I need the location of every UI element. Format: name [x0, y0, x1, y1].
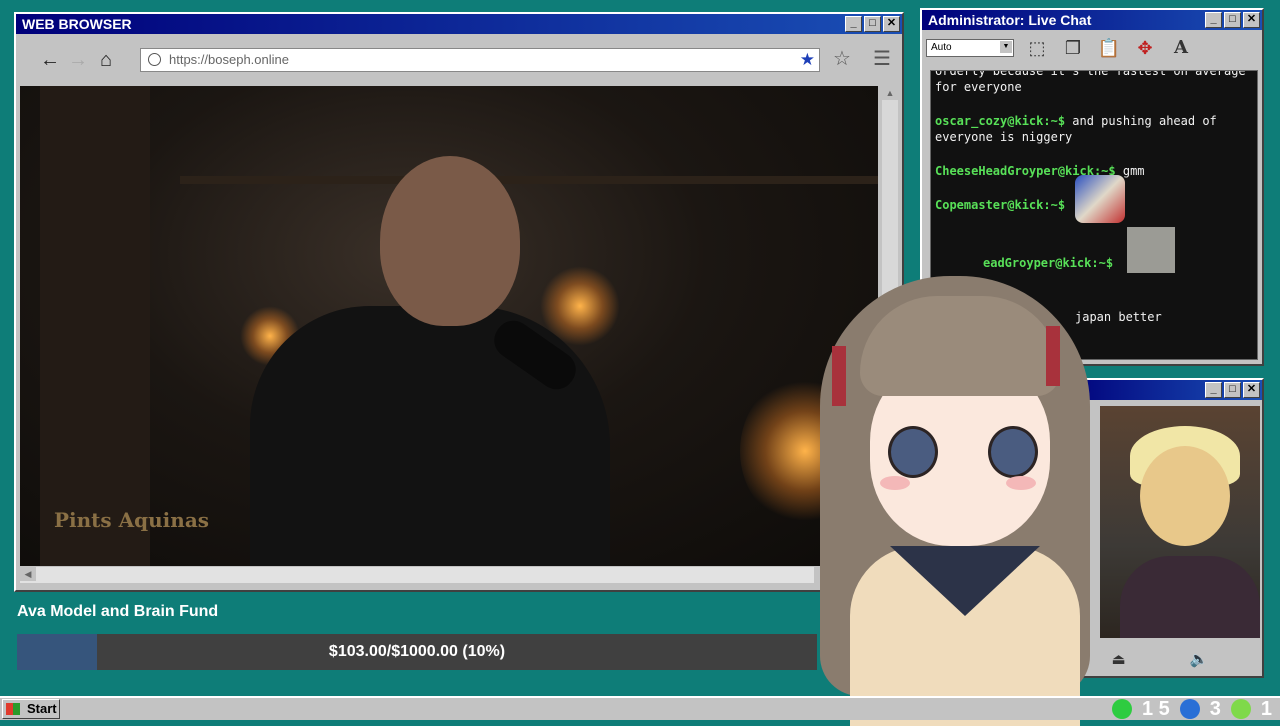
chat-username: oscar_cozy@kick:~$	[935, 114, 1066, 128]
kick-count: 1 5	[1141, 697, 1170, 720]
chevron-down-icon[interactable]: ▼	[1000, 41, 1012, 53]
media-close-button[interactable]: ✕	[1243, 382, 1260, 398]
chat-title: Administrator: Live Chat	[928, 12, 1092, 28]
home-icon[interactable]: ⌂	[92, 49, 120, 72]
chat-message: orderly because it's the fastest on aver…	[935, 70, 1253, 95]
rumble-count: 1	[1260, 697, 1272, 720]
person-head	[380, 156, 520, 326]
move-icon[interactable]: ✥	[1132, 35, 1158, 61]
favorites-star-icon[interactable]: ☆	[828, 46, 856, 71]
shelf-plank	[180, 176, 878, 184]
chat-text: orderly because it's the fastest on aver…	[935, 70, 1246, 94]
chat-maximize-button[interactable]: □	[1224, 12, 1241, 28]
address-url: https://boseph.online	[169, 52, 289, 67]
address-bar[interactable]: https://boseph.online ★	[140, 48, 820, 72]
start-button[interactable]: Start	[2, 699, 60, 719]
avatar-right-blush	[1006, 476, 1036, 490]
minimize-button[interactable]: _	[845, 16, 862, 32]
avatar-body	[1120, 556, 1260, 638]
font-icon[interactable]: A	[1168, 35, 1194, 61]
volume-icon[interactable]: 🔈	[1190, 650, 1209, 668]
viewer-count: 3	[1209, 697, 1221, 720]
viewer-icon[interactable]	[1179, 699, 1200, 719]
globe-icon	[148, 53, 161, 66]
font-size-value: Auto	[931, 42, 952, 53]
forward-arrow-icon[interactable]: →	[64, 49, 92, 72]
eject-icon[interactable]: ⏏	[1112, 650, 1126, 668]
chat-message: Copemaster@kick:~$	[935, 175, 1253, 237]
close-button[interactable]: ✕	[883, 16, 900, 32]
horizontal-scrollbar[interactable]: ◀	[20, 567, 814, 583]
media-minimize-button[interactable]: _	[1205, 382, 1222, 398]
video-watermark: Pints Aquinas	[54, 508, 210, 532]
avatar-right-ribbon	[1046, 326, 1060, 386]
kick-icon[interactable]	[1111, 699, 1132, 719]
scroll-left-icon[interactable]: ◀	[20, 567, 36, 581]
browser-window: WEB BROWSER _ □ ✕ ← → ⌂ https://boseph.o…	[14, 12, 904, 592]
cat-emote-image	[1127, 227, 1175, 273]
chat-minimize-button[interactable]: _	[1205, 12, 1222, 28]
bookmark-star-icon[interactable]: ★	[800, 49, 815, 71]
chat-close-button[interactable]: ✕	[1243, 12, 1260, 28]
chat-titlebar[interactable]: Administrator: Live Chat _ □ ✕	[922, 10, 1262, 30]
person-body	[250, 306, 610, 566]
back-arrow-icon[interactable]: ←	[36, 49, 64, 72]
chat-username: Copemaster@kick:~$	[935, 198, 1066, 212]
avatar-right-eye	[988, 426, 1038, 478]
chat-username: eadGroyper@kick:~$	[983, 256, 1114, 270]
catboy-avatar-image	[1100, 406, 1260, 638]
taskbar: Start 1 5 3 1	[0, 696, 1280, 720]
vtuber-avatar	[810, 276, 1110, 726]
scroll-up-icon[interactable]: ▲	[882, 86, 898, 100]
chat-text: gmm	[1122, 164, 1145, 178]
fund-title: Ava Model and Brain Fund	[17, 603, 219, 620]
chat-toolbar: Auto ▼ ⬚ ❐ 📋 ✥ A	[922, 30, 1262, 66]
menu-icon[interactable]: ☰	[868, 46, 896, 71]
copy-icon[interactable]: ❐	[1060, 35, 1086, 61]
select-icon[interactable]: ⬚	[1024, 35, 1050, 61]
avatar-left-eye	[888, 426, 938, 478]
avatar-bangs	[860, 296, 1060, 396]
media-maximize-button[interactable]: □	[1224, 382, 1241, 398]
browser-toolbar: ← → ⌂ https://boseph.online ★ ☆ ☰	[18, 38, 900, 82]
video-player[interactable]: Pints Aquinas	[20, 86, 878, 566]
font-size-select[interactable]: Auto ▼	[926, 39, 1014, 57]
browser-titlebar[interactable]: WEB BROWSER _ □ ✕	[16, 14, 902, 34]
rumble-icon[interactable]	[1230, 699, 1251, 719]
emote-image	[1075, 175, 1125, 223]
system-tray: 1 5 3 1	[1111, 697, 1272, 720]
avatar-left-blush	[880, 476, 910, 490]
bookshelf	[40, 86, 150, 566]
fund-progress-bar: $103.00/$1000.00 (10%)	[17, 634, 817, 670]
chat-message: oscar_cozy@kick:~$ and pushing ahead of …	[935, 113, 1253, 145]
maximize-button[interactable]: □	[864, 16, 881, 32]
start-logo-icon	[6, 703, 20, 715]
avatar-left-ribbon	[832, 346, 846, 406]
browser-title: WEB BROWSER	[22, 16, 132, 32]
start-label: Start	[27, 701, 57, 716]
avatar-head	[1140, 446, 1230, 546]
fund-progress-text: $103.00/$1000.00 (10%)	[328, 643, 506, 660]
paste-icon[interactable]: 📋	[1096, 35, 1122, 61]
